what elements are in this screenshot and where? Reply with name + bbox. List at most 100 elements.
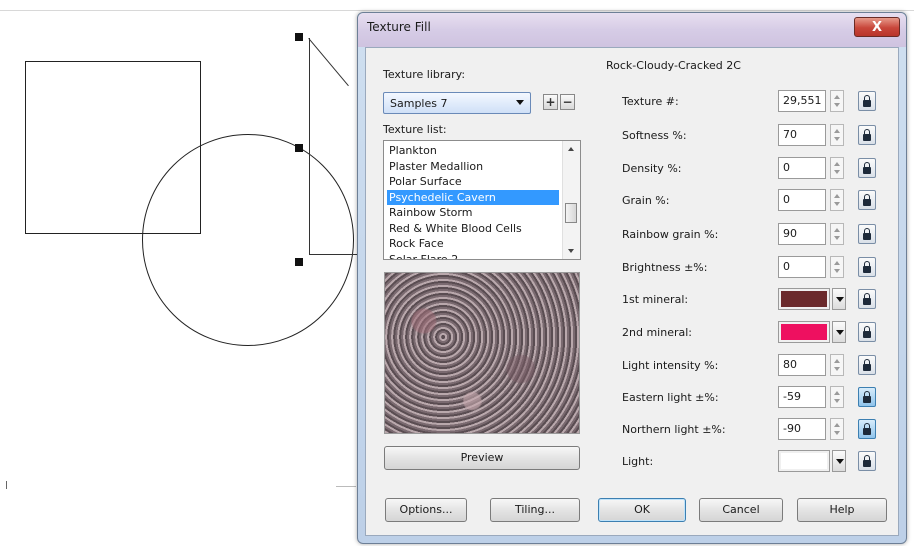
close-button[interactable]: X: [854, 17, 900, 37]
spin-down-icon[interactable]: [834, 236, 840, 240]
list-item[interactable]: Red & White Blood Cells: [387, 221, 524, 236]
spin-down-icon[interactable]: [834, 103, 840, 107]
texture-name: Rock-Cloudy-Cracked 2C: [606, 59, 741, 72]
preview-button[interactable]: Preview: [384, 446, 580, 470]
param-value: 90: [783, 227, 797, 240]
lock-button[interactable]: [858, 224, 876, 244]
add-library-button[interactable]: +: [543, 94, 558, 110]
spin-buttons[interactable]: [830, 157, 844, 179]
lock-button[interactable]: [858, 355, 876, 375]
remove-library-button[interactable]: −: [560, 94, 575, 110]
options-button[interactable]: Options...: [385, 498, 467, 522]
lock-body: [863, 396, 871, 403]
spin-buttons[interactable]: [830, 90, 844, 112]
param-value: -59: [783, 390, 801, 403]
lock-body: [863, 298, 871, 305]
list-item[interactable]: Solar Flare 2: [387, 252, 460, 260]
lock-button[interactable]: [858, 158, 876, 178]
ok-button[interactable]: OK: [598, 498, 686, 522]
spin-up-icon[interactable]: [834, 423, 840, 427]
color-picker[interactable]: [778, 288, 830, 310]
lock-button[interactable]: [858, 451, 876, 471]
param-spin-input[interactable]: 0: [778, 256, 826, 278]
help-button[interactable]: Help: [797, 498, 887, 522]
param-spin-input[interactable]: 90: [778, 223, 826, 245]
lock-button[interactable]: [858, 419, 876, 439]
spin-buttons[interactable]: [830, 354, 844, 376]
spin-up-icon[interactable]: [834, 359, 840, 363]
spin-down-icon[interactable]: [834, 399, 840, 403]
spin-down-icon[interactable]: [834, 431, 840, 435]
list-item[interactable]: Plankton: [387, 143, 439, 158]
param-spin-input[interactable]: 0: [778, 157, 826, 179]
lock-button[interactable]: [858, 289, 876, 309]
chevron-down-icon: [836, 459, 844, 464]
list-item[interactable]: Rock Face: [387, 236, 446, 251]
lock-button[interactable]: [858, 91, 876, 111]
spin-up-icon[interactable]: [834, 129, 840, 133]
selection-handle-middle[interactable]: [295, 144, 303, 152]
param-value: 70: [783, 128, 797, 141]
texture-library-label: Texture library:: [383, 68, 466, 81]
param-label: Light intensity %:: [622, 359, 719, 372]
selection-edge-bottom: [309, 254, 359, 255]
spin-down-icon[interactable]: [834, 137, 840, 141]
param-spin-input[interactable]: -59: [778, 386, 826, 408]
list-item[interactable]: Rainbow Storm: [387, 205, 474, 220]
scroll-down-icon[interactable]: [568, 249, 574, 253]
spin-buttons[interactable]: [830, 189, 844, 211]
spin-up-icon[interactable]: [834, 228, 840, 232]
param-label: Light:: [622, 455, 654, 468]
lock-button[interactable]: [858, 322, 876, 342]
spin-buttons[interactable]: [830, 418, 844, 440]
spin-down-icon[interactable]: [834, 202, 840, 206]
spin-up-icon[interactable]: [834, 95, 840, 99]
param-spin-input[interactable]: 80: [778, 354, 826, 376]
color-dropdown-button[interactable]: [832, 321, 846, 343]
color-picker[interactable]: [778, 321, 830, 343]
texture-library-dropdown[interactable]: Samples 7: [383, 92, 531, 114]
list-item[interactable]: Polar Surface: [387, 174, 464, 189]
spin-down-icon[interactable]: [834, 269, 840, 273]
param-label: Softness %:: [622, 129, 687, 142]
lock-button[interactable]: [858, 190, 876, 210]
lock-body: [863, 199, 871, 206]
ellipse-shape[interactable]: [142, 134, 354, 346]
texture-library-value: Samples 7: [390, 97, 448, 110]
color-dropdown-button[interactable]: [832, 288, 846, 310]
lock-button[interactable]: [858, 257, 876, 277]
spin-up-icon[interactable]: [834, 194, 840, 198]
spin-buttons[interactable]: [830, 256, 844, 278]
texture-list[interactable]: Plankton Plaster Medallion Polar Surface Ps…: [383, 140, 581, 260]
texture-preview-image: [384, 272, 580, 434]
list-item[interactable]: Psychedelic Cavern: [387, 189, 559, 205]
selection-handle-bottom[interactable]: [295, 258, 303, 266]
tiling-button[interactable]: Tiling...: [490, 498, 580, 522]
color-picker[interactable]: [778, 450, 830, 472]
scroll-thumb[interactable]: [565, 203, 577, 223]
lock-button[interactable]: [858, 387, 876, 407]
scroll-up-icon[interactable]: [568, 147, 574, 151]
param-label: Northern light ±%:: [622, 423, 726, 436]
param-spin-input[interactable]: 29,551: [778, 90, 826, 112]
color-dropdown-button[interactable]: [832, 450, 846, 472]
param-label: Eastern light ±%:: [622, 391, 719, 404]
spin-buttons[interactable]: [830, 386, 844, 408]
param-spin-input[interactable]: 0: [778, 189, 826, 211]
color-swatch: [781, 291, 827, 307]
dialog-titlebar[interactable]: Texture Fill X: [358, 13, 906, 47]
spin-down-icon[interactable]: [834, 170, 840, 174]
spin-buttons[interactable]: [830, 223, 844, 245]
spin-up-icon[interactable]: [834, 162, 840, 166]
param-spin-input[interactable]: 70: [778, 124, 826, 146]
list-item[interactable]: Plaster Medallion: [387, 159, 485, 174]
spin-down-icon[interactable]: [834, 367, 840, 371]
lock-button[interactable]: [858, 125, 876, 145]
selection-handle-top[interactable]: [295, 33, 303, 41]
spin-buttons[interactable]: [830, 124, 844, 146]
spin-up-icon[interactable]: [834, 391, 840, 395]
spin-up-icon[interactable]: [834, 261, 840, 265]
param-spin-input[interactable]: -90: [778, 418, 826, 440]
texture-list-scrollbar[interactable]: [562, 141, 580, 259]
cancel-button[interactable]: Cancel: [699, 498, 783, 522]
